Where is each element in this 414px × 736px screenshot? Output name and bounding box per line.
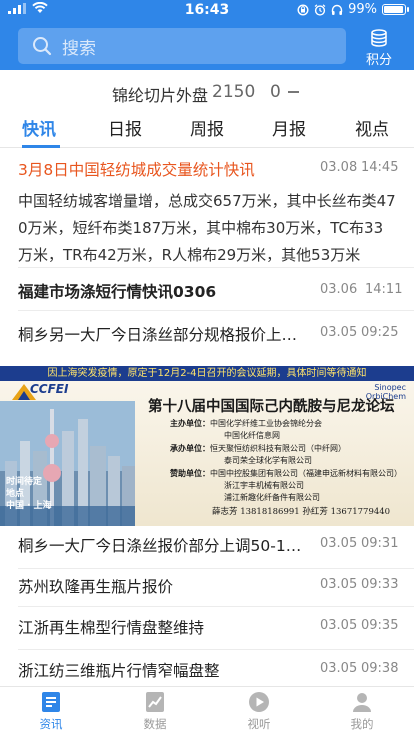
coins-icon: [371, 29, 387, 47]
news-time: 09:35: [361, 618, 399, 633]
search-bar[interactable]: 搜索: [18, 28, 346, 64]
news-time: 09:31: [361, 536, 399, 551]
featured-date: 03.08: [320, 160, 358, 175]
news-title: 江浙再生棉型行情盘整维持: [18, 619, 205, 637]
banner-line: 浙江宇丰机械有限公司: [142, 480, 412, 492]
featured-title: 3月8日中国轻纺城成交量统计快讯: [18, 161, 255, 179]
banner-role: 承办单位：: [170, 443, 210, 453]
banner-line: 承办单位：恒天聚恒纺织科技有限公司（中纤网）: [142, 442, 412, 455]
news-time: 09:25: [361, 325, 399, 340]
battery-fill: [384, 6, 403, 13]
status-bar: 16:43 99%: [0, 0, 414, 20]
conference-banner[interactable]: 因上海突发疫情，原定于12月2-4日召开的会议延期，具体时间等待通知 CCFEI…: [0, 366, 414, 526]
banner-org: 中国化学纤维工业协会锦纶分会: [210, 419, 322, 428]
banner-time-location: 时间待定 地点 中国 · 上海: [6, 476, 52, 512]
banner-line: 主办单位：中国化学纤维工业协会锦纶分会: [142, 417, 412, 430]
news-item[interactable]: 江浙再生棉型行情盘整维持 03.05 09:35: [0, 607, 414, 650]
banner-org: 恒天聚恒纺织科技有限公司（中纤网）: [210, 444, 346, 453]
tab-viewpoint[interactable]: 视点: [355, 115, 389, 140]
banner-line: 浦江新趣化纤备件有限公司: [142, 492, 412, 504]
tabbar-label: 数据: [143, 717, 167, 731]
tabbar-label: 视听: [247, 717, 271, 731]
ticker-name: 锦纶切片外盘: [112, 86, 209, 105]
tabbar-item-data[interactable]: 数据: [125, 690, 185, 732]
flat-trend-icon: [288, 91, 299, 93]
news-title: 桐乡另一大厂今日涤丝部分规格报价上调50元/吨: [18, 326, 306, 344]
banner-org: 中国中控股集团有限公司（福建申远新材料有限公司）: [210, 469, 402, 478]
banner-line: 泰司荣全球化学有限公司: [142, 455, 412, 467]
banner-org: 浙江宇丰机械有限公司: [224, 481, 304, 490]
news-title: 福建市场涤短行情快讯0306: [18, 283, 217, 301]
alarm-icon: [314, 3, 326, 16]
news-item[interactable]: 桐乡另一大厂今日涤丝部分规格报价上调50元/吨 03.05 09:25: [0, 311, 414, 361]
points-label: 积分: [365, 53, 392, 68]
status-right: 99%: [297, 2, 409, 17]
banner-org: 浦江新趣化纤备件有限公司: [224, 493, 320, 502]
tab-flash[interactable]: 快讯: [22, 115, 56, 140]
search-icon: [33, 37, 52, 56]
news-icon: [42, 692, 60, 712]
news-time: 09:38: [361, 661, 399, 676]
tabbar-label: 我的: [350, 717, 374, 731]
featured-news-item[interactable]: 3月8日中国轻纺城成交量统计快讯 03.08 14:45 中国轻纺城客增量增，总…: [0, 148, 414, 268]
banner-org: 中国化纤信息网: [224, 431, 280, 440]
banner-line: 赞助单位：中国中控股集团有限公司（福建申远新材料有限公司）: [142, 467, 412, 480]
headphones-icon: [331, 4, 343, 15]
news-title: 浙江纺三维瓶片行情窄幅盘整: [18, 662, 220, 680]
category-tabs: 快讯 日报 周报 月报 视点: [0, 112, 414, 148]
news-date: 03.05: [320, 618, 358, 633]
tabbar-label: 资讯: [39, 717, 63, 731]
tabbar-item-news[interactable]: 资讯: [21, 690, 81, 732]
banner-forum-title: 第十八届中国国际己内酰胺与尼龙论坛: [148, 398, 395, 415]
play-icon: [249, 692, 269, 712]
price-ticker[interactable]: 锦纶切片外盘 2150 0: [0, 70, 414, 112]
bottom-tab-bar: 资讯 数据 视听 我的: [0, 686, 414, 736]
banner-location-label: 地点: [6, 489, 25, 499]
news-title: 苏州玖隆再生瓶片报价: [18, 578, 174, 596]
news-time: 14:11: [365, 282, 403, 297]
featured-summary: 中国轻纺城客增量增，总成交657万米，其中长丝布类470万米，短纤布类187万米…: [18, 192, 396, 264]
app-header: 搜索 积分: [0, 20, 414, 70]
news-title: 桐乡一大厂今日涤丝报价部分上调50-100元/吨: [18, 537, 308, 555]
orientation-lock-icon: [297, 3, 309, 16]
banner-org: 泰司荣全球化学有限公司: [224, 456, 312, 465]
banner-location: 中国 · 上海: [6, 501, 52, 511]
tab-daily[interactable]: 日报: [108, 115, 142, 140]
banner-organizers: 主办单位：中国化学纤维工业协会锦纶分会 中国化纤信息网 承办单位：恒天聚恒纺织科…: [142, 417, 412, 504]
news-date: 03.05: [320, 325, 358, 340]
points-button[interactable]: 积分: [362, 26, 396, 68]
news-time: 09:33: [361, 577, 399, 592]
news-item[interactable]: 浙江纺三维瓶片行情窄幅盘整 03.05 09:38: [0, 650, 414, 686]
news-item[interactable]: 苏州玖隆再生瓶片报价 03.05 09:33: [0, 569, 414, 607]
news-date: 03.05: [320, 536, 358, 551]
ticker-change: 0: [270, 82, 281, 102]
tabbar-item-media[interactable]: 视听: [229, 690, 289, 732]
banner-role: 主办单位：: [170, 418, 210, 428]
ticker-price: 2150: [212, 82, 256, 102]
tab-monthly[interactable]: 月报: [272, 115, 306, 140]
search-placeholder: 搜索: [62, 38, 96, 59]
news-item[interactable]: 福建市场涤短行情快讯0306 03.06 14:11: [0, 268, 414, 311]
banner-role: 赞助单位：: [170, 468, 210, 478]
news-date: 03.06: [320, 282, 358, 297]
banner-notice: 因上海突发疫情，原定于12月2-4日召开的会议延期，具体时间等待通知: [0, 366, 414, 381]
chart-icon: [146, 692, 164, 712]
tab-weekly[interactable]: 周报: [190, 115, 224, 140]
banner-time: 时间待定: [6, 477, 43, 487]
battery-percent: 99%: [348, 2, 377, 17]
battery-icon: [382, 4, 409, 15]
banner-contact: 薛志芳 13818186991 孙红芳 13671779440: [212, 507, 391, 517]
news-date: 03.05: [320, 577, 358, 592]
banner-logo-text: CCFEI: [30, 382, 69, 396]
sponsor-logo-line1: Sinopec: [374, 383, 406, 392]
tabbar-item-profile[interactable]: 我的: [332, 690, 392, 732]
news-item[interactable]: 桐乡一大厂今日涤丝报价部分上调50-100元/吨 03.05 09:31: [0, 526, 414, 569]
banner-line: 中国化纤信息网: [142, 430, 412, 442]
news-date: 03.05: [320, 661, 358, 676]
user-icon: [353, 693, 371, 712]
featured-time: 14:45: [361, 160, 399, 175]
